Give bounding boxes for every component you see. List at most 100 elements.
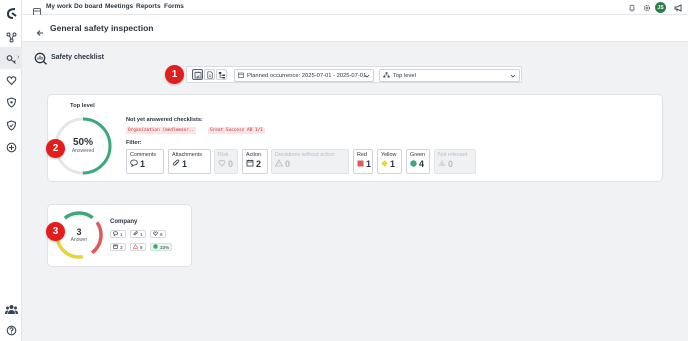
level-label: Top level: [393, 72, 416, 79]
filter-label: Filter:: [126, 140, 142, 146]
filter-label-text: Green: [410, 152, 425, 158]
filter-count: 1: [140, 159, 146, 169]
top-navigation-bar: My work Do board Meetings Reports Forms …: [22, 0, 688, 16]
sidebar: ›: [0, 0, 22, 341]
settings-icon[interactable]: [641, 2, 652, 13]
filter-count: 1: [182, 159, 188, 169]
warning-icon: [274, 158, 284, 169]
yellow-diamond-icon: [381, 159, 388, 169]
filter-count: 0: [285, 159, 291, 169]
filter-label-text: Risk: [218, 152, 229, 158]
heart-icon: [153, 231, 158, 237]
chip-count: 8: [140, 244, 143, 250]
filter-deviations-without-action[interactable]: Deviations without action 0: [271, 149, 349, 174]
shield-icon[interactable]: [3, 94, 19, 110]
chip-count: 3: [120, 244, 123, 250]
nodes-icon[interactable]: [3, 29, 19, 45]
help-icon[interactable]: [3, 322, 19, 338]
add-circle-icon[interactable]: [3, 139, 19, 155]
section-title: Safety checklist: [51, 54, 104, 61]
paperclip-icon: [172, 159, 180, 169]
filter-label-text: Comments: [130, 152, 157, 158]
company-risk-chip[interactable]: 6: [150, 230, 166, 238]
summary-card: Top level 50% Answered Not yet answered …: [47, 94, 663, 182]
filter-count: 2: [256, 159, 262, 169]
chevron-down-icon: [510, 73, 516, 81]
checklist-chart-icon: [34, 52, 48, 70]
company-deviations-chip[interactable]: 8: [130, 243, 146, 251]
comment-icon: [130, 159, 138, 169]
hierarchy-icon: [383, 71, 390, 80]
green-circle-icon: [153, 244, 158, 250]
filter-not-relevant[interactable]: Not relevant 0: [434, 149, 476, 174]
filter-comments[interactable]: Comments 1: [126, 149, 164, 174]
filter-label-text: Deviations without action: [275, 152, 335, 158]
nav-do-board[interactable]: Do board: [74, 3, 103, 10]
company-name: Company: [110, 219, 138, 225]
chip-count: 1: [140, 231, 143, 237]
filter-action[interactable]: Action 2: [242, 149, 268, 174]
filter-green[interactable]: Green 4: [406, 149, 430, 174]
view-toolbar: Planned occurrence: 2025-07-01 - 2025-07…: [186, 66, 522, 83]
chip-count: 6: [160, 231, 163, 237]
green-circle-icon: [410, 159, 417, 169]
calendar-icon: [113, 244, 118, 250]
chevron-down-icon: [364, 73, 370, 81]
filter-attachments[interactable]: Attachments 1: [168, 149, 211, 174]
calendar-icon: [238, 72, 244, 80]
bell-icon[interactable]: [626, 2, 637, 13]
warning-icon: [132, 243, 139, 250]
filter-yellow[interactable]: Yellow 1: [377, 149, 402, 174]
filter-count: 0: [448, 159, 454, 169]
filter-label-text: Action: [246, 152, 261, 158]
pending-checklist-tag[interactable]: Great Success AB 1/1: [208, 127, 265, 134]
not-yet-answered-heading: Not yet answered checklists:: [126, 117, 203, 123]
red-square-icon: [357, 159, 364, 169]
avatar[interactable]: JS: [655, 2, 666, 13]
page-title: General safety inspection: [50, 23, 154, 33]
view-document-button[interactable]: [204, 69, 215, 80]
filter-count: 1: [390, 159, 396, 169]
comment-icon: [113, 231, 118, 237]
nav-meetings[interactable]: Meetings: [105, 3, 133, 10]
nav-forms[interactable]: Forms: [164, 3, 184, 10]
paperclip-icon: [133, 231, 138, 237]
filter-label-text: Not relevant: [438, 152, 468, 158]
chip-percent: 33%: [160, 244, 170, 250]
annotation-badge: 2: [46, 139, 65, 158]
back-arrow-icon[interactable]: [36, 24, 44, 42]
users-icon[interactable]: [3, 301, 19, 317]
calendar-icon: [246, 159, 254, 169]
not-relevant-icon: [438, 159, 446, 169]
company-actions-chip[interactable]: 3: [110, 243, 126, 251]
megaphone-icon[interactable]: [673, 2, 684, 13]
filter-red[interactable]: Red 1: [353, 149, 373, 174]
filter-risk[interactable]: Risk 0: [214, 149, 238, 174]
view-tree-button[interactable]: [216, 69, 227, 80]
heart-icon: [218, 159, 226, 169]
level-dropdown[interactable]: Top level: [379, 69, 520, 82]
heart-icon[interactable]: [3, 72, 19, 88]
company-comments-chip[interactable]: 1: [110, 230, 126, 238]
filter-label-text: Yellow: [381, 152, 397, 158]
summary-level-label: Top level: [70, 103, 95, 109]
chip-count: 1: [120, 231, 123, 237]
filter-count: 1: [366, 159, 372, 169]
occurrence-dropdown[interactable]: Planned occurrence: 2025-07-01 - 2025-07…: [234, 69, 374, 82]
company-attachments-chip[interactable]: 1: [130, 230, 146, 238]
filter-label-text: Red: [357, 152, 367, 158]
view-summary-button[interactable]: [192, 69, 203, 80]
shield-check-icon[interactable]: [3, 117, 19, 133]
pending-checklist-tag[interactable]: Organization (medlemser..: [126, 127, 197, 134]
company-card[interactable]: 3 Answer Company 1 1 6 3 8 33%: [47, 204, 192, 267]
nav-reports[interactable]: Reports: [136, 3, 161, 10]
annotation-badge: 1: [165, 65, 184, 84]
occurrence-label: Planned occurrence: 2025-07-01 - 2025-07…: [247, 72, 367, 79]
company-green-chip[interactable]: 33%: [150, 243, 173, 251]
filter-label-text: Attachments: [172, 152, 202, 158]
filter-count: 0: [228, 159, 234, 169]
filter-count: 4: [419, 159, 425, 169]
nav-my-work[interactable]: My work: [46, 3, 72, 10]
logo-icon[interactable]: [3, 5, 19, 21]
page-header: General safety inspection: [22, 15, 688, 42]
